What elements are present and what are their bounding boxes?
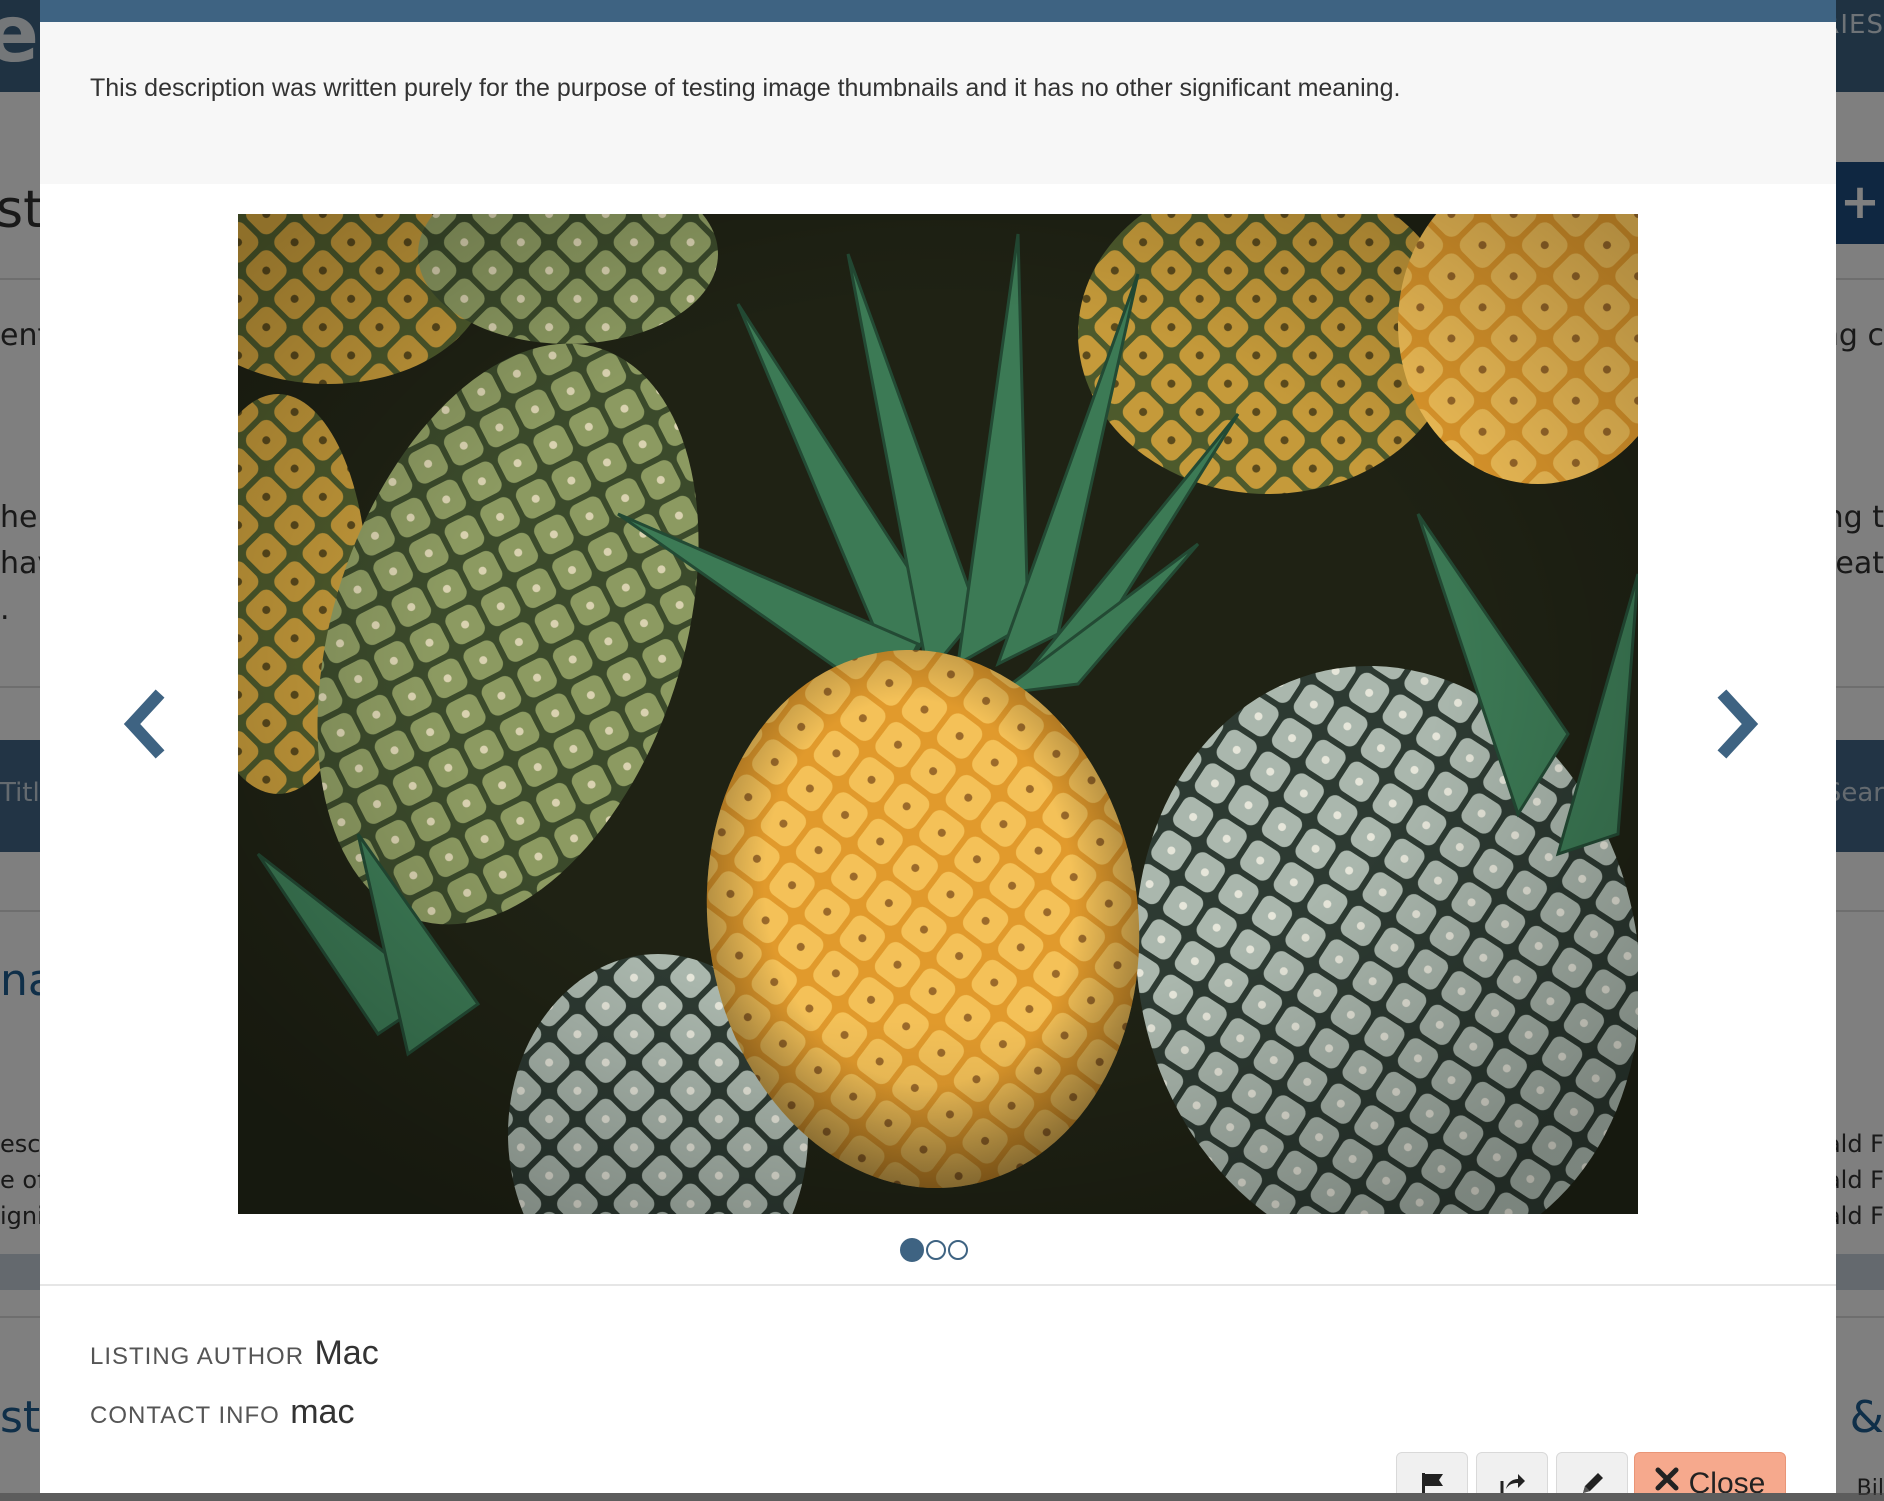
- flag-icon: [1422, 1473, 1443, 1493]
- flag-button[interactable]: [1396, 1452, 1468, 1493]
- image-carousel: [40, 184, 1836, 1284]
- close-button[interactable]: Close: [1634, 1452, 1786, 1493]
- carousel-indicator-3[interactable]: [948, 1240, 968, 1260]
- carousel-prev-button[interactable]: [112, 684, 172, 764]
- contact-info-row: CONTACT INFO mac: [90, 1393, 354, 1432]
- description-text: This description was written purely for …: [90, 74, 1401, 102]
- share-icon: [1500, 1474, 1525, 1493]
- share-button[interactable]: [1476, 1452, 1548, 1493]
- pineapple-photo: [238, 214, 1638, 1214]
- listing-description: This description was written purely for …: [40, 22, 1836, 184]
- contact-info-label: CONTACT INFO: [90, 1402, 280, 1429]
- contact-info-value: mac: [290, 1393, 355, 1431]
- carousel-indicators: [900, 1238, 968, 1268]
- close-icon: [1655, 1467, 1679, 1491]
- modal-divider: [40, 1284, 1836, 1286]
- listing-author-label: LISTING AUTHOR: [90, 1343, 305, 1370]
- chevron-left-icon: [123, 689, 165, 759]
- listing-author-row: LISTING AUTHOR Mac: [90, 1334, 379, 1373]
- carousel-image: [238, 214, 1638, 1214]
- chevron-right-icon: [1717, 689, 1759, 759]
- close-button-label: Close: [1688, 1467, 1766, 1493]
- pencil-icon: [1583, 1473, 1603, 1493]
- carousel-indicator-1[interactable]: [900, 1238, 924, 1262]
- modal-header-bar: [40, 0, 1836, 22]
- listing-author-value: Mac: [314, 1334, 379, 1372]
- carousel-indicator-2[interactable]: [926, 1240, 946, 1260]
- edit-button[interactable]: [1556, 1452, 1628, 1493]
- carousel-next-button[interactable]: [1710, 684, 1770, 764]
- listing-modal: This description was written purely for …: [40, 0, 1836, 1493]
